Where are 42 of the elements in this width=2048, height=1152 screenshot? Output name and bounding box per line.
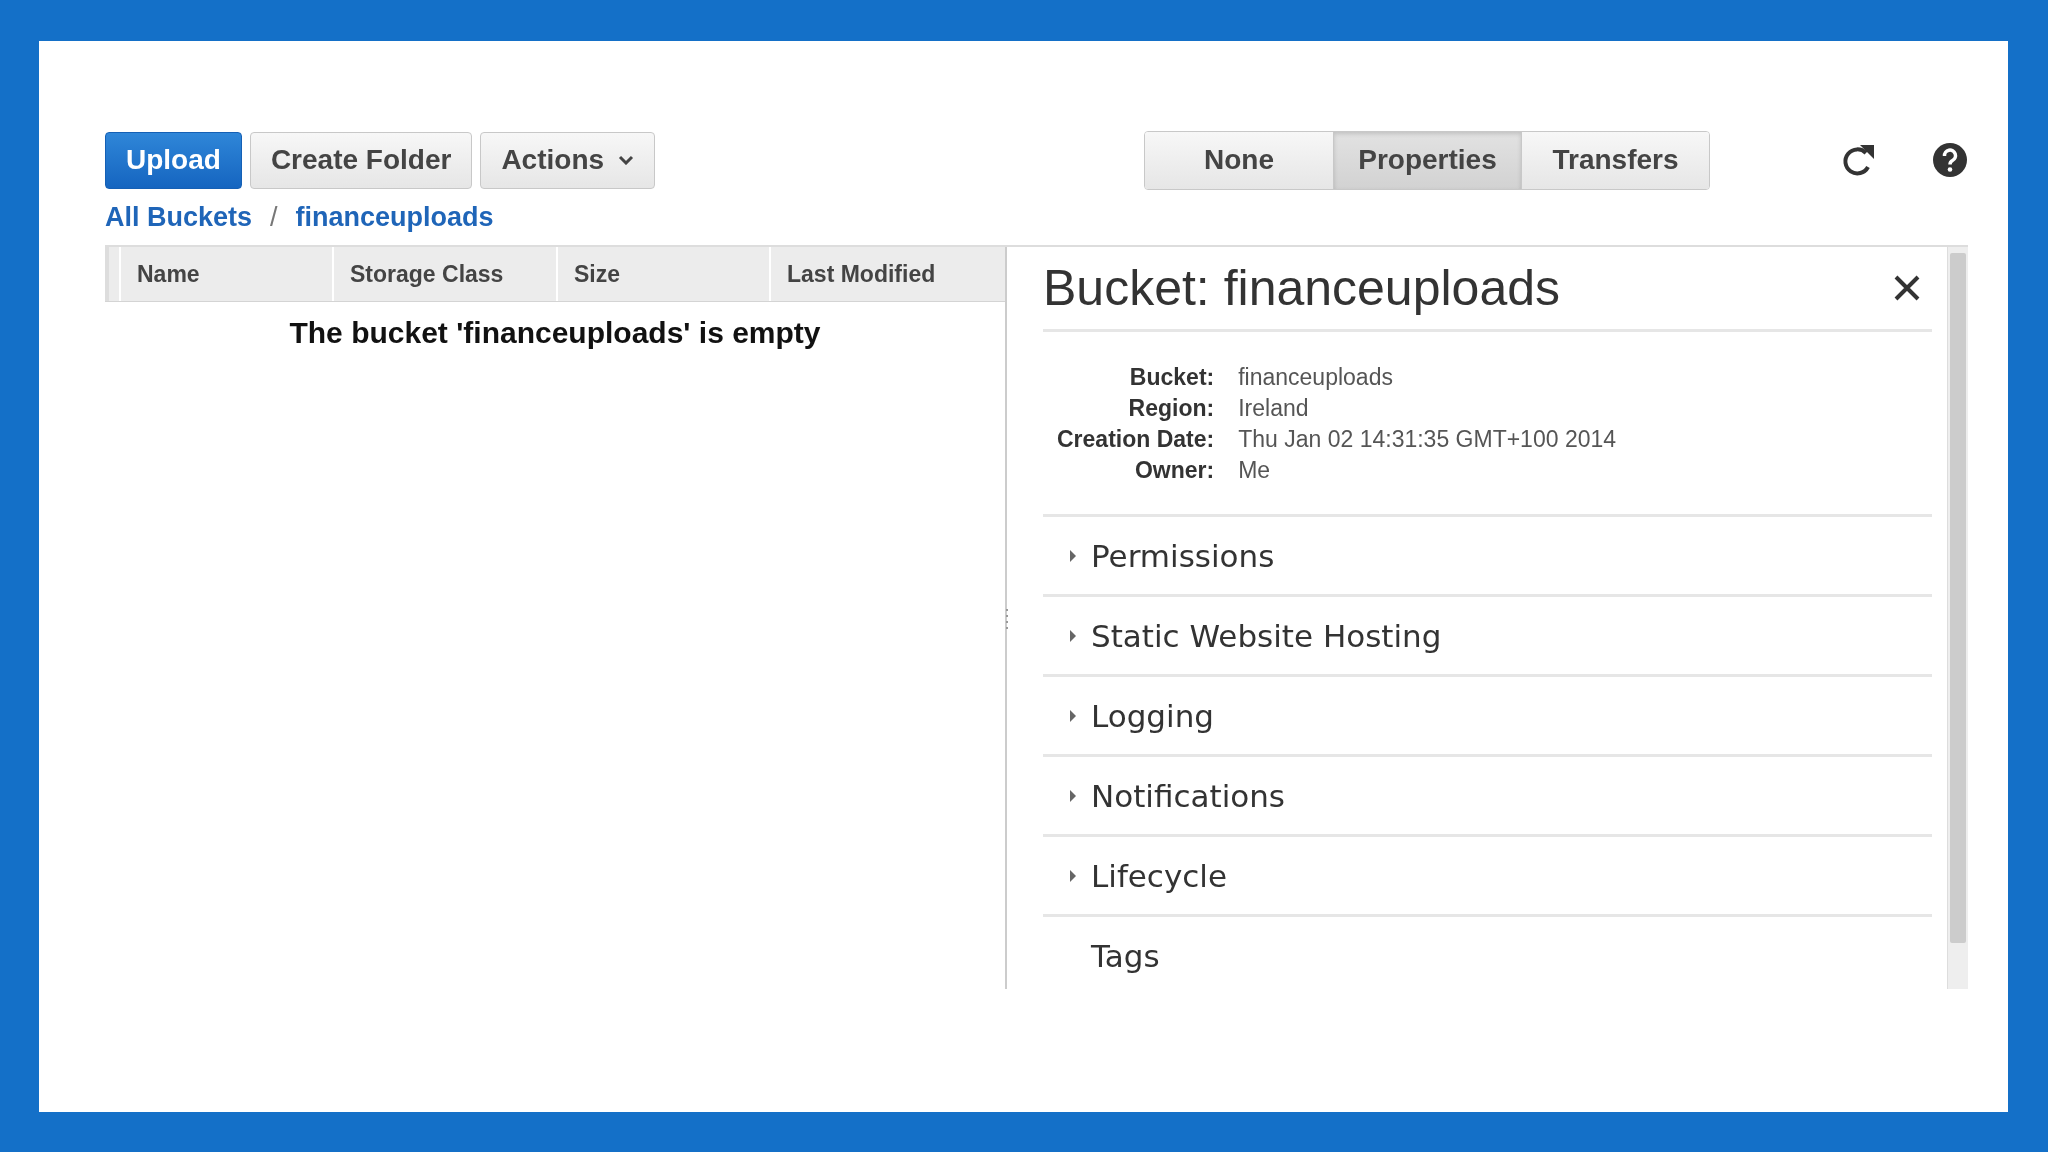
section-label: Lifecycle [1091,857,1227,894]
breadcrumb-link[interactable]: financeuploads [295,201,494,233]
field-value: Ireland [1238,394,1310,423]
close-button[interactable] [1894,275,1920,301]
section-label: Notifications [1091,777,1286,814]
section-label: Logging [1091,697,1214,734]
section-header[interactable]: Tags [1043,917,1932,989]
column-header[interactable]: Last Modified [769,247,1005,301]
scrollbar[interactable] [1947,247,1968,989]
view-tab[interactable]: None [1145,131,1333,189]
breadcrumb-link[interactable]: All Buckets [105,201,253,233]
field-label: Owner: [1133,456,1215,485]
field-value: Me [1238,456,1272,485]
refresh-icon[interactable] [1840,143,1876,177]
view-tab[interactable]: Properties [1333,131,1521,189]
field-label: Bucket: [1128,363,1215,392]
section-header[interactable]: Notifications [1043,757,1932,837]
field-value: Thu Jan 02 14:31:35 GMT+100 2014 [1238,425,1618,454]
column-header[interactable]: Name [119,247,332,301]
column-header[interactable]: Size [556,247,769,301]
section-header[interactable]: Permissions [1043,517,1932,597]
field-value: financeuploads [1238,363,1394,392]
section-label: Tags [1091,937,1160,974]
panel-title: Bucket: financeuploads [1043,259,1561,317]
breadcrumb-separator: / [270,201,278,233]
section-header[interactable]: Lifecycle [1043,837,1932,917]
section-label: Static Website Hosting [1091,617,1442,654]
upload-button[interactable]: Upload [105,131,242,189]
view-tab[interactable]: Transfers [1521,131,1709,189]
section-header[interactable]: Static Website Hosting [1043,597,1932,677]
help-icon[interactable] [1932,142,1968,178]
resize-handle-icon[interactable] [1003,607,1011,631]
close-icon [1894,275,1920,301]
column-header[interactable]: Storage Class [332,247,556,301]
create-folder-button[interactable]: Create Folder [249,131,473,189]
actions-dropdown[interactable]: Actions [480,131,656,189]
section-label: Permissions [1091,537,1275,574]
field-label: Creation Date: [1057,425,1215,454]
empty-message: The bucket 'financeuploads' is empty [288,316,822,350]
caret-icon [618,155,635,165]
section-header[interactable]: Logging [1043,677,1932,757]
field-label: Region: [1127,394,1215,423]
